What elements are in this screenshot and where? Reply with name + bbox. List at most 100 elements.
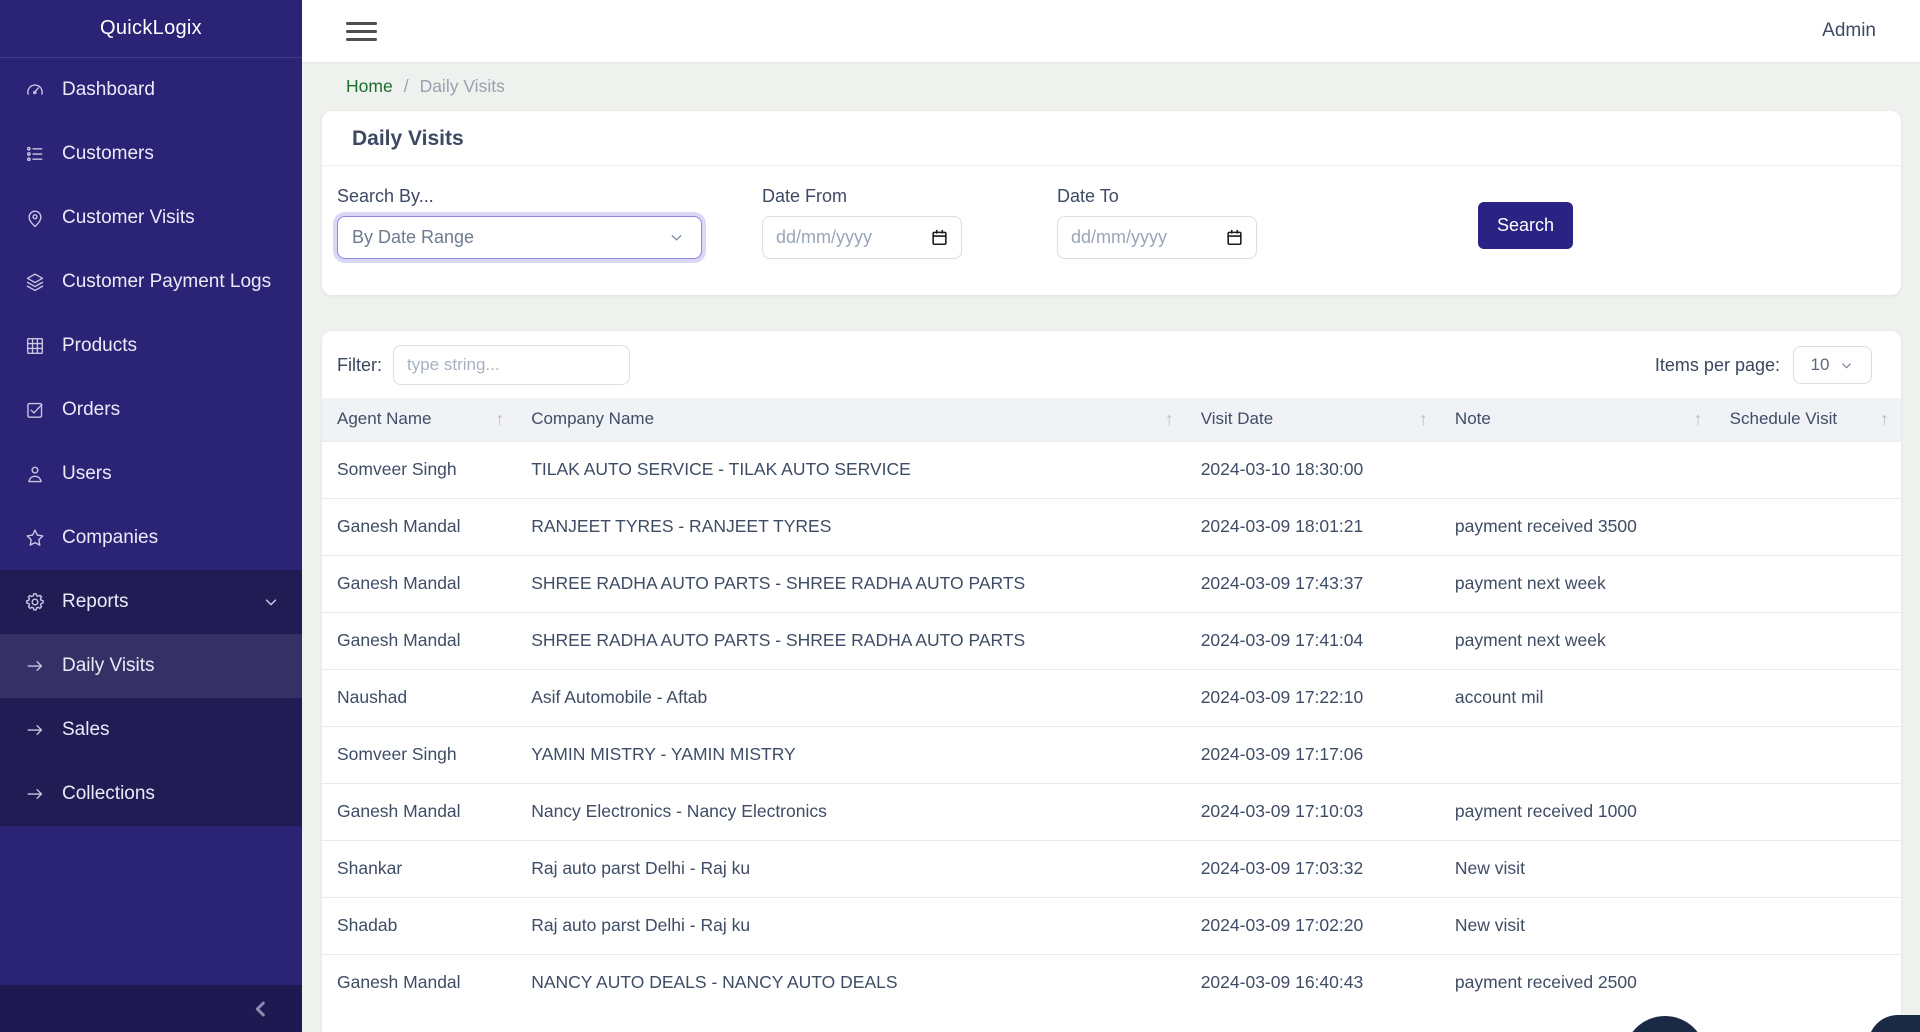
schedule-visit-cell	[1715, 840, 1901, 897]
company-name-cell: SHREE RADHA AUTO PARTS - SHREE RADHA AUT…	[516, 555, 1186, 612]
user-menu[interactable]: Admin	[1822, 20, 1876, 42]
sidebar-report-children: Daily Visits SalesCollections	[0, 634, 302, 826]
schedule-visit-cell	[1715, 612, 1901, 669]
sidebar-item-label: Reports	[62, 591, 129, 613]
user-icon	[21, 463, 48, 485]
sort-asc-icon[interactable]: ↑	[495, 409, 506, 430]
table-row[interactable]: Shankar Raj auto parst Delhi - Raj ku 20…	[322, 840, 1901, 897]
schedule-visit-cell	[1715, 897, 1901, 954]
sidebar-item-label: Daily Visits	[62, 655, 155, 677]
sidebar-item-products[interactable]: Products	[0, 314, 302, 378]
sidebar-item-customer-payment-logs[interactable]: Customer Payment Logs	[0, 250, 302, 314]
search-by-group: Search By... By Date Range	[337, 186, 702, 259]
visits-table-body: Somveer Singh TILAK AUTO SERVICE - TILAK…	[322, 441, 1901, 1011]
sidebar-item-users[interactable]: Users	[0, 442, 302, 506]
date-to-input[interactable]: dd/mm/yyyy	[1057, 216, 1257, 259]
gear-icon	[21, 591, 48, 613]
visit-date-cell: 2024-03-09 17:02:20	[1186, 897, 1440, 954]
table-row[interactable]: Somveer Singh TILAK AUTO SERVICE - TILAK…	[322, 441, 1901, 498]
sidebar-item-customer-visits[interactable]: Customer Visits	[0, 186, 302, 250]
sort-asc-icon[interactable]: ↑	[1694, 409, 1705, 430]
sidebar-item-dashboard[interactable]: Dashboard	[0, 58, 302, 122]
map-pin-icon	[21, 207, 48, 229]
filter-row: Filter: Items per page: 10	[322, 331, 1901, 398]
note-cell: New visit	[1440, 897, 1715, 954]
sidebar-item-orders[interactable]: Orders	[0, 378, 302, 442]
column-header-company-name[interactable]: Company Name↑	[516, 398, 1186, 441]
agent-name-cell: Somveer Singh	[322, 726, 516, 783]
search-by-label: Search By...	[337, 186, 702, 207]
visit-date-cell: 2024-03-09 17:10:03	[1186, 783, 1440, 840]
agent-name-cell: Ganesh Mandal	[322, 612, 516, 669]
search-by-select[interactable]: By Date Range	[337, 216, 702, 259]
column-header-note[interactable]: Note↑	[1440, 398, 1715, 441]
sidebar-main-items: DashboardCustomersCustomer Visits Custome…	[0, 58, 302, 570]
table-row[interactable]: Shadab Raj auto parst Delhi - Raj ku 202…	[322, 897, 1901, 954]
main-content: Admin Home / Daily Visits Daily Visits S…	[302, 0, 1920, 1032]
sidebar-item-sales[interactable]: Sales	[0, 698, 302, 762]
table-row[interactable]: Ganesh Mandal Nancy Electronics - Nancy …	[322, 783, 1901, 840]
table-row[interactable]: Ganesh Mandal SHREE RADHA AUTO PARTS - S…	[322, 555, 1901, 612]
chevron-down-icon	[262, 593, 280, 611]
note-cell: account mil	[1440, 669, 1715, 726]
agent-name-cell: Ganesh Mandal	[322, 555, 516, 612]
schedule-visit-cell	[1715, 783, 1901, 840]
sort-asc-icon[interactable]: ↑	[1880, 409, 1891, 430]
table-row[interactable]: Ganesh Mandal NANCY AUTO DEALS - NANCY A…	[322, 954, 1901, 1011]
sidebar-item-daily-visits[interactable]: Daily Visits	[0, 634, 302, 698]
table-row[interactable]: Somveer Singh YAMIN MISTRY - YAMIN MISTR…	[322, 726, 1901, 783]
search-button[interactable]: Search	[1478, 202, 1573, 249]
customers-icon	[21, 143, 48, 165]
table-row[interactable]: Ganesh Mandal RANJEET TYRES - RANJEET TY…	[322, 498, 1901, 555]
note-cell	[1440, 726, 1715, 783]
dashboard-icon	[21, 79, 48, 101]
visit-date-cell: 2024-03-10 18:30:00	[1186, 441, 1440, 498]
note-cell: payment received 3500	[1440, 498, 1715, 555]
company-name-cell: Asif Automobile - Aftab	[516, 669, 1186, 726]
arrow-right-icon	[21, 719, 48, 741]
company-name-cell: Raj auto parst Delhi - Raj ku	[516, 897, 1186, 954]
visit-date-cell: 2024-03-09 16:40:43	[1186, 954, 1440, 1011]
table-card: Filter: Items per page: 10 Agent	[322, 331, 1901, 1032]
date-from-label: Date From	[762, 186, 962, 207]
company-name-cell: SHREE RADHA AUTO PARTS - SHREE RADHA AUT…	[516, 612, 1186, 669]
sidebar-item-customers[interactable]: Customers	[0, 122, 302, 186]
calendar-icon[interactable]	[930, 228, 949, 247]
breadcrumb-home-link[interactable]: Home	[346, 76, 393, 97]
search-by-value: By Date Range	[352, 227, 474, 248]
sort-asc-icon[interactable]: ↑	[1165, 409, 1176, 430]
table-row[interactable]: Ganesh Mandal SHREE RADHA AUTO PARTS - S…	[322, 612, 1901, 669]
agent-name-cell: Shadab	[322, 897, 516, 954]
column-header-agent-name[interactable]: Agent Name↑	[322, 398, 516, 441]
company-name-cell: NANCY AUTO DEALS - NANCY AUTO DEALS	[516, 954, 1186, 1011]
company-name-cell: YAMIN MISTRY - YAMIN MISTRY	[516, 726, 1186, 783]
date-to-label: Date To	[1057, 186, 1257, 207]
calendar-icon[interactable]	[1225, 228, 1244, 247]
collapse-sidebar-icon[interactable]	[250, 998, 272, 1020]
note-cell: payment next week	[1440, 555, 1715, 612]
sidebar-item-label: Products	[62, 335, 137, 357]
sidebar-item-companies[interactable]: Companies	[0, 506, 302, 570]
sidebar-item-label: Customer Payment Logs	[62, 271, 271, 293]
filter-input[interactable]	[393, 345, 630, 385]
breadcrumb: Home / Daily Visits	[302, 62, 1920, 111]
hamburger-menu-icon[interactable]	[346, 22, 377, 41]
search-card: Daily Visits Search By... By Date Range …	[322, 111, 1901, 295]
schedule-visit-cell	[1715, 669, 1901, 726]
note-cell: payment next week	[1440, 612, 1715, 669]
sidebar-item-label: Users	[62, 463, 112, 485]
agent-name-cell: Ganesh Mandal	[322, 954, 516, 1011]
sidebar-item-collections[interactable]: Collections	[0, 762, 302, 826]
column-header-visit-date[interactable]: Visit Date↑	[1186, 398, 1440, 441]
visit-date-cell: 2024-03-09 17:03:32	[1186, 840, 1440, 897]
page-title: Daily Visits	[322, 111, 1901, 166]
sort-asc-icon[interactable]: ↑	[1419, 409, 1430, 430]
sidebar-item-reports[interactable]: Reports	[0, 570, 302, 634]
breadcrumb-separator: /	[404, 76, 409, 97]
items-per-page-select[interactable]: 10	[1793, 346, 1872, 384]
column-header-schedule-visit[interactable]: Schedule Visit↑	[1715, 398, 1901, 441]
visit-date-cell: 2024-03-09 17:43:37	[1186, 555, 1440, 612]
table-row[interactable]: Naushad Asif Automobile - Aftab 2024-03-…	[322, 669, 1901, 726]
visit-date-cell: 2024-03-09 17:22:10	[1186, 669, 1440, 726]
date-from-input[interactable]: dd/mm/yyyy	[762, 216, 962, 259]
